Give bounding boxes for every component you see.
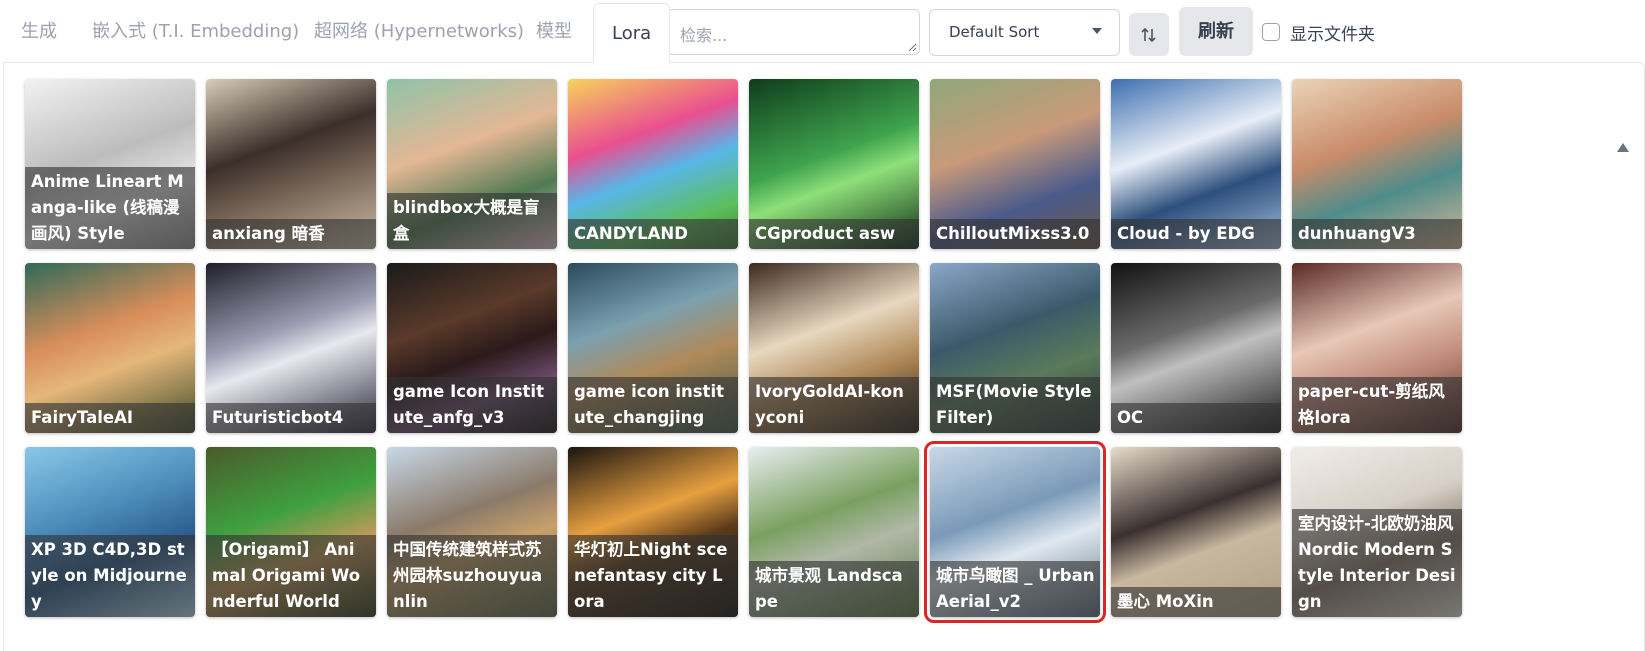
lora-card-title: game Icon Institute_anfg_v3	[387, 377, 557, 433]
lora-card-title: MSF(Movie Style Filter)	[930, 377, 1100, 433]
lora-card[interactable]: FairyTaleAI	[25, 263, 195, 433]
sort-dropdown[interactable]: Default Sort	[929, 9, 1120, 56]
lora-card[interactable]: IvoryGoldAI-konyconi	[749, 263, 919, 433]
lora-card[interactable]: Futuristicbot4	[206, 263, 376, 433]
lora-card[interactable]: 中国传统建筑样式苏州园林suzhouyuanlin	[387, 447, 557, 617]
lora-card[interactable]: 墨心 MoXin	[1111, 447, 1281, 617]
show-folders-checkbox[interactable]	[1262, 23, 1280, 41]
lora-card[interactable]: dunhuangV3	[1292, 79, 1462, 249]
lora-card-title: 室内设计-北欧奶油风Nordic Modern Style Interior D…	[1292, 509, 1462, 617]
scroll-up-arrow-icon[interactable]	[1617, 143, 1629, 152]
sort-dropdown-value: Default Sort	[949, 23, 1040, 41]
lora-card-title: FairyTaleAI	[25, 403, 195, 433]
lora-card[interactable]: anxiang 暗香	[206, 79, 376, 249]
tab-hypernetworks[interactable]: 超网络 (Hypernetworks)	[314, 14, 524, 50]
lora-card-title: game icon institute_changjing	[568, 377, 738, 433]
tab-models[interactable]: 模型	[536, 14, 572, 50]
lora-card-title: 华灯初上Night scenefantasy city Lora	[568, 535, 738, 617]
lora-card[interactable]: game icon institute_changjing	[568, 263, 738, 433]
lora-card[interactable]: CGproduct asw	[749, 79, 919, 249]
lora-card[interactable]: CANDYLAND	[568, 79, 738, 249]
tab-generate[interactable]: 生成	[21, 14, 57, 50]
lora-card-title: 【Origami】 Animal Origami Wonderful World	[206, 535, 376, 617]
lora-card[interactable]: OC	[1111, 263, 1281, 433]
lora-card-title: blindbox大概是盲盒	[387, 193, 557, 249]
lora-card-title: Anime Lineart Manga-like (线稿漫画风) Style	[25, 167, 195, 249]
lora-card[interactable]: 室内设计-北欧奶油风Nordic Modern Style Interior D…	[1292, 447, 1462, 617]
lora-card-title: Futuristicbot4	[206, 403, 376, 433]
lora-card-title: 城市鸟瞰图 _ UrbanAerial_v2	[930, 561, 1100, 617]
lora-card[interactable]: XP 3D C4D,3D style on Midjourney	[25, 447, 195, 617]
tab-embedding[interactable]: 嵌入式 (T.I. Embedding)	[92, 14, 299, 50]
show-folders-label: 显示文件夹	[1290, 24, 1375, 45]
show-folders-toggle[interactable]: 显示文件夹	[1262, 20, 1375, 45]
refresh-button[interactable]: 刷新	[1179, 7, 1253, 56]
lora-card[interactable]: paper-cut-剪纸风格lora	[1292, 263, 1462, 433]
lora-card[interactable]: blindbox大概是盲盒	[387, 79, 557, 249]
lora-card-title: OC	[1111, 403, 1281, 433]
lora-card[interactable]: 城市鸟瞰图 _ UrbanAerial_v2	[924, 441, 1106, 623]
lora-card[interactable]: 【Origami】 Animal Origami Wonderful World	[206, 447, 376, 617]
tab-lora[interactable]: Lora	[593, 3, 671, 63]
lora-card-title: paper-cut-剪纸风格lora	[1292, 377, 1462, 433]
tab-bar: 生成 嵌入式 (T.I. Embedding) 超网络 (Hypernetwor…	[0, 0, 1645, 63]
lora-card-title: ChilloutMixss3.0	[930, 219, 1100, 249]
lora-card-title: IvoryGoldAI-konyconi	[749, 377, 919, 433]
lora-card-title: CGproduct asw	[749, 219, 919, 249]
lora-card[interactable]: 华灯初上Night scenefantasy city Lora	[568, 447, 738, 617]
lora-card-title: anxiang 暗香	[206, 219, 376, 249]
lora-card[interactable]: ChilloutMixss3.0	[930, 79, 1100, 249]
lora-card-title: dunhuangV3	[1292, 219, 1462, 249]
chevron-down-icon	[1092, 28, 1102, 34]
lora-card-title: 中国传统建筑样式苏州园林suzhouyuanlin	[387, 535, 557, 617]
lora-card[interactable]: 城市景观 Landscape	[749, 447, 919, 617]
lora-card-title: Cloud - by EDG	[1111, 219, 1281, 249]
lora-card[interactable]: Anime Lineart Manga-like (线稿漫画风) Style	[25, 79, 195, 249]
sort-arrows-icon	[1141, 27, 1156, 43]
lora-card[interactable]: game Icon Institute_anfg_v3	[387, 263, 557, 433]
lora-card-title: XP 3D C4D,3D style on Midjourney	[25, 535, 195, 617]
lora-card-title: 城市景观 Landscape	[749, 561, 919, 617]
lora-card[interactable]: MSF(Movie Style Filter)	[930, 263, 1100, 433]
lora-card-title: 墨心 MoXin	[1111, 587, 1281, 617]
sort-direction-button[interactable]	[1129, 13, 1169, 56]
search-input[interactable]	[667, 9, 920, 55]
lora-card-title: CANDYLAND	[568, 219, 738, 249]
lora-card[interactable]: Cloud - by EDG	[1111, 79, 1281, 249]
